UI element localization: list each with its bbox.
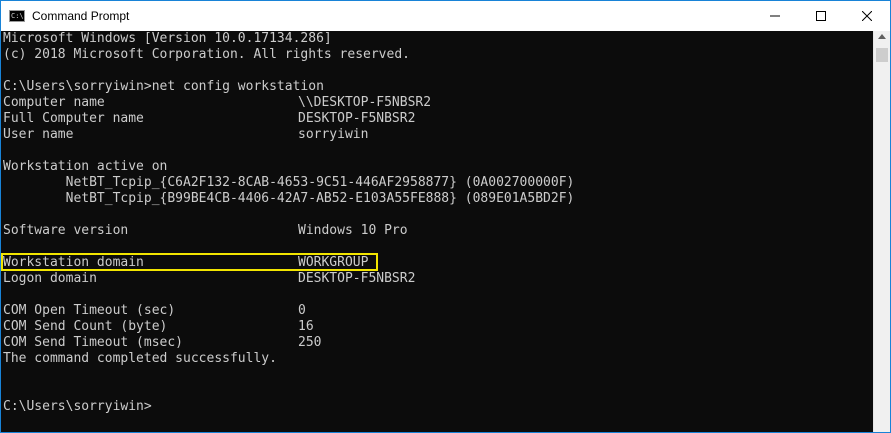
vertical-scrollbar[interactable]	[873, 31, 890, 432]
workstation-domain-highlight	[1, 253, 378, 271]
console-line: Logon domain	[3, 271, 97, 286]
com-send-timeout-value: 250	[298, 335, 322, 350]
maximize-icon	[816, 11, 826, 21]
console-line: COM Send Timeout (msec)	[3, 335, 184, 350]
console-line: Workstation active on	[3, 159, 168, 174]
window-title: Command Prompt	[32, 9, 130, 23]
console-line: COM Open Timeout (sec)	[3, 303, 176, 318]
console-output[interactable]: Microsoft Windows [Version 10.0.17134.28…	[1, 31, 873, 432]
console-line: NetBT_Tcpip_{B99BE4CB-4406-42A7-AB52-E10…	[3, 191, 575, 206]
maximize-button[interactable]	[798, 1, 844, 31]
full-computer-name-value: DESKTOP-F5NBSR2	[298, 111, 416, 126]
close-button[interactable]	[844, 1, 890, 31]
com-open-timeout-value: 0	[298, 303, 306, 318]
console-line: User name	[3, 127, 74, 142]
minimize-icon	[770, 15, 780, 17]
scroll-thumb[interactable]	[876, 48, 888, 62]
command-prompt-line[interactable]: C:\Users\sorryiwin>	[3, 399, 152, 415]
console-line: Software version	[3, 223, 129, 238]
com-send-count-value: 16	[298, 319, 314, 334]
console-line: The command completed successfully.	[3, 351, 277, 366]
command-prompt-window: C:\ Command Prompt Microsoft Windows [Ve…	[0, 0, 891, 433]
console-line: Microsoft Windows [Version 10.0.17134.28…	[3, 31, 332, 46]
close-icon	[862, 11, 872, 21]
console-line: C:\Users\sorryiwin>net config workstatio…	[3, 79, 324, 94]
window-controls	[752, 1, 890, 31]
scroll-up-icon[interactable]	[878, 34, 886, 39]
console-line: NetBT_Tcpip_{C6A2F132-8CAB-4653-9C51-446…	[3, 175, 575, 190]
console-line: Computer name	[3, 95, 105, 110]
software-version-value: Windows 10 Pro	[298, 223, 408, 238]
minimize-button[interactable]	[752, 1, 798, 31]
console-line: Full Computer name	[3, 111, 144, 126]
console-line: (c) 2018 Microsoft Corporation. All righ…	[3, 47, 410, 62]
cmd-icon: C:\	[9, 10, 25, 22]
computer-name-value: \\DESKTOP-F5NBSR2	[298, 95, 432, 110]
logon-domain-value: DESKTOP-F5NBSR2	[298, 271, 416, 286]
console-line: COM Send Count (byte)	[3, 319, 168, 334]
title-bar[interactable]: C:\ Command Prompt	[1, 1, 890, 31]
user-name-value: sorryiwin	[298, 127, 369, 142]
